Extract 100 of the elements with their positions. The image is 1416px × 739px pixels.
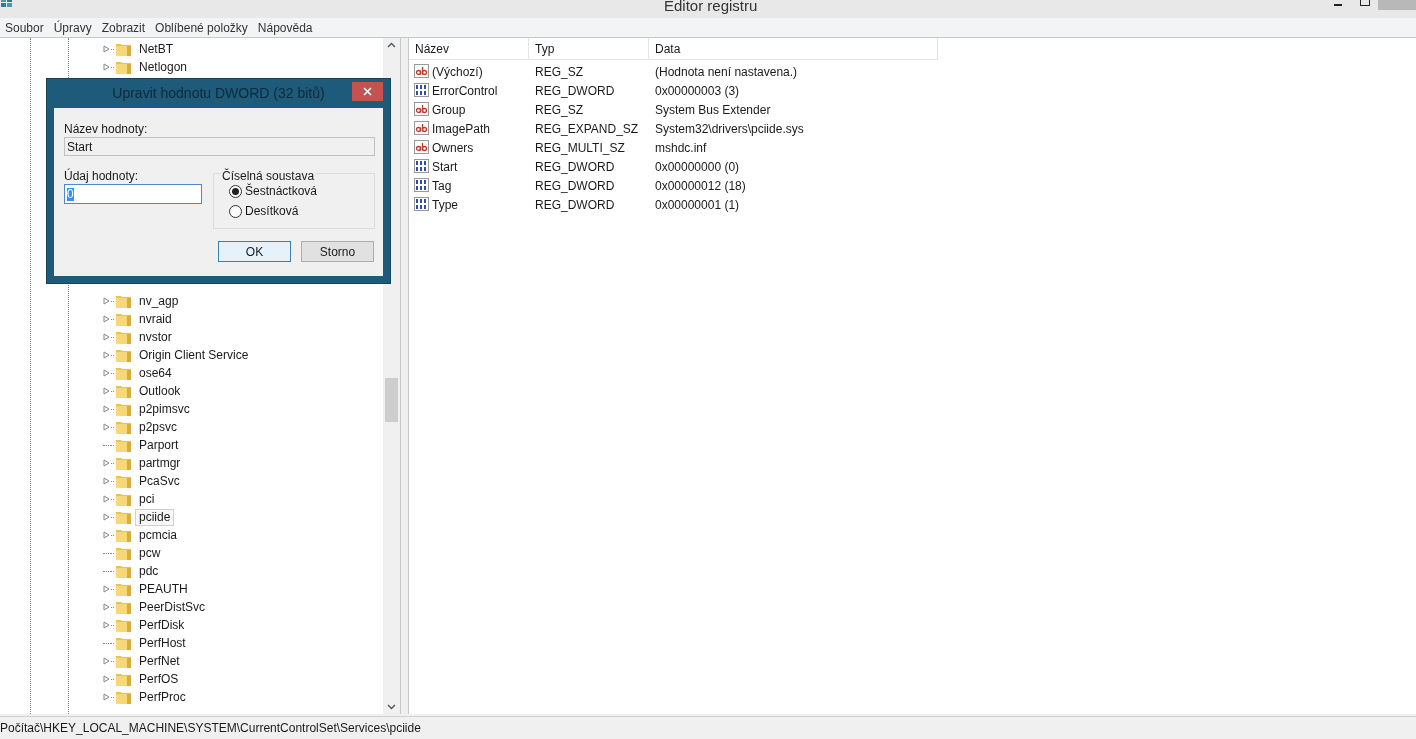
tree-item[interactable]: PEAUTH xyxy=(135,580,192,598)
folder-icon xyxy=(115,689,132,705)
folder-icon xyxy=(115,419,132,435)
expand-arrow-icon[interactable] xyxy=(103,675,111,683)
menu-item[interactable]: Zobrazit xyxy=(96,18,151,37)
expand-arrow-icon[interactable] xyxy=(103,351,111,359)
folder-icon xyxy=(115,581,132,597)
tree-item[interactable]: PerfDisk xyxy=(135,616,189,634)
expand-arrow-icon[interactable] xyxy=(103,63,111,71)
radio-button[interactable] xyxy=(229,204,242,218)
column-header[interactable]: Typ xyxy=(529,38,649,59)
ok-button[interactable]: OK xyxy=(218,241,291,262)
tree-item[interactable]: p2pimsvc xyxy=(135,400,194,418)
tree-item[interactable]: pci xyxy=(135,490,159,508)
tree-item[interactable]: pciide xyxy=(135,508,175,526)
menu-item[interactable]: Soubor xyxy=(0,18,49,37)
tree-item[interactable]: Parport xyxy=(135,436,183,454)
radio-option[interactable]: Desítková xyxy=(229,203,318,219)
expand-arrow-icon[interactable] xyxy=(103,531,111,539)
value-type: REG_EXPAND_SZ xyxy=(535,121,639,136)
value-name[interactable]: Owners xyxy=(432,138,474,157)
scroll-down-icon[interactable] xyxy=(387,704,396,710)
expand-arrow-icon[interactable] xyxy=(103,369,111,377)
value-name[interactable]: Group xyxy=(432,100,466,119)
dialog-title: Upravit hodnotu DWORD (32 bitů) xyxy=(112,84,325,103)
tree-item[interactable]: PerfNet xyxy=(135,652,184,670)
close-icon xyxy=(363,87,372,96)
cancel-button[interactable]: Storno xyxy=(301,241,374,262)
tree-item[interactable]: PeerDistSvc xyxy=(135,598,210,616)
tree-item[interactable]: PcaSvc xyxy=(135,472,184,490)
folder-icon xyxy=(115,671,132,687)
tree-item[interactable]: pcmcia xyxy=(135,526,181,544)
expand-arrow-icon[interactable] xyxy=(103,477,111,485)
column-header[interactable]: Název xyxy=(409,38,529,59)
field-label: Název hodnoty: xyxy=(64,121,148,138)
tree-item[interactable]: nvraid xyxy=(135,310,176,328)
value-name[interactable]: Type xyxy=(432,195,458,214)
tree-item[interactable]: nv_agp xyxy=(135,292,183,310)
expand-arrow-icon[interactable] xyxy=(103,603,111,611)
tree-item[interactable]: p2psvc xyxy=(135,418,182,436)
folder-icon xyxy=(115,41,132,57)
expand-arrow-icon[interactable] xyxy=(103,297,111,305)
tree-item[interactable]: pdc xyxy=(135,562,163,580)
tree-item[interactable]: Origin Client Service xyxy=(135,346,253,364)
menu-item[interactable]: Oblíbené položky xyxy=(150,18,253,37)
expand-arrow-icon[interactable] xyxy=(103,387,111,395)
menu-item[interactable]: Úpravy xyxy=(48,18,97,37)
value-name[interactable]: Start xyxy=(432,157,458,176)
value-name[interactable]: Tag xyxy=(432,176,452,195)
expand-arrow-icon[interactable] xyxy=(103,315,111,323)
tree-item[interactable]: Outlook xyxy=(135,382,185,400)
tree-item[interactable]: partmgr xyxy=(135,454,185,472)
folder-icon xyxy=(115,473,132,489)
expand-arrow-icon[interactable] xyxy=(103,693,111,701)
tree-item[interactable]: NetBT xyxy=(135,40,177,58)
scrollbar-thumb[interactable] xyxy=(385,378,398,422)
value-name[interactable]: ImagePath xyxy=(432,119,491,138)
value-name[interactable]: (Výchozí) xyxy=(432,62,483,81)
value-data: mshdc.inf xyxy=(655,140,707,155)
expand-arrow-icon[interactable] xyxy=(103,495,111,503)
folder-icon xyxy=(115,329,132,345)
value-type: REG_DWORD xyxy=(535,83,615,98)
window-title: Editor registru xyxy=(664,0,758,16)
text-value-icon xyxy=(414,64,430,79)
radio-option[interactable]: Šestnáctková xyxy=(229,183,318,199)
expand-arrow-icon[interactable] xyxy=(103,657,111,665)
menu-item[interactable]: Nápověda xyxy=(252,18,318,37)
folder-icon xyxy=(115,563,132,579)
tree-item[interactable]: Netlogon xyxy=(135,58,192,76)
tree-item[interactable]: PerfProc xyxy=(135,688,190,706)
value-name-field: Start xyxy=(64,137,375,156)
value-data: 0x00000003 (3) xyxy=(655,83,740,98)
value-type: REG_MULTI_SZ xyxy=(535,140,625,155)
folder-icon xyxy=(115,383,132,399)
expand-arrow-icon[interactable] xyxy=(103,513,111,521)
expand-arrow-icon[interactable] xyxy=(103,585,111,593)
tree-item[interactable]: PerfOS xyxy=(135,670,183,688)
expand-arrow-icon[interactable] xyxy=(103,333,111,341)
expand-arrow-icon[interactable] xyxy=(103,423,111,431)
close-button[interactable] xyxy=(352,82,383,101)
folder-icon xyxy=(115,545,132,561)
folder-icon xyxy=(115,653,132,669)
expand-arrow-icon[interactable] xyxy=(103,45,111,53)
binary-value-icon xyxy=(414,197,430,212)
expand-arrow-icon[interactable] xyxy=(103,459,111,467)
expand-arrow-icon[interactable] xyxy=(103,405,111,413)
folder-icon xyxy=(115,365,132,381)
value-data: 0x00000012 (18) xyxy=(655,178,746,193)
folder-icon xyxy=(115,599,132,615)
scroll-up-icon[interactable] xyxy=(387,42,396,48)
tree-item[interactable]: nvstor xyxy=(135,328,176,346)
tree-item[interactable]: PerfHost xyxy=(135,634,190,652)
value-type: REG_SZ xyxy=(535,64,583,79)
column-header[interactable]: Data xyxy=(649,38,938,59)
folder-icon xyxy=(115,509,132,525)
folder-icon xyxy=(115,617,132,633)
tree-item[interactable]: ose64 xyxy=(135,364,176,382)
expand-arrow-icon[interactable] xyxy=(103,621,111,629)
value-name[interactable]: ErrorControl xyxy=(432,81,498,100)
tree-item[interactable]: pcw xyxy=(135,544,165,562)
